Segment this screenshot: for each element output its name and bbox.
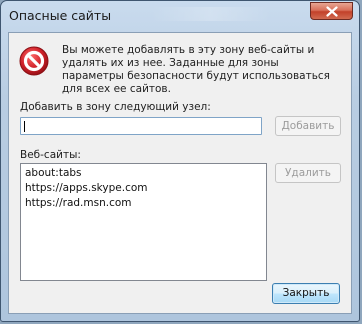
text-caret [24, 121, 25, 132]
background-tabs [151, 7, 271, 21]
close-icon [326, 6, 338, 17]
dialog-window: Опасные сайты Вы можете добавлять в эту … [0, 0, 360, 322]
zone-description: Вы можете добавлять в эту зону веб-сайты… [62, 44, 330, 95]
add-site-input[interactable] [20, 117, 262, 135]
list-item[interactable]: https://rad.msn.com [25, 196, 266, 211]
close-button[interactable]: Закрыть [272, 283, 340, 304]
list-item[interactable]: https://apps.skype.com [25, 181, 266, 196]
add-site-label: Добавить в зону следующий узел: [20, 101, 211, 113]
websites-list[interactable]: about:tabs https://apps.skype.com https:… [20, 163, 267, 281]
websites-label: Веб-сайты: [20, 149, 81, 161]
add-button[interactable]: Добавить [275, 116, 341, 136]
restricted-zone-stop-icon [19, 46, 49, 76]
remove-button[interactable]: Удалить [275, 163, 341, 183]
list-item[interactable]: about:tabs [25, 166, 266, 181]
window-close-button[interactable] [310, 2, 353, 20]
title-bar[interactable]: Опасные сайты [1, 1, 359, 32]
dialog-body: Вы можете добавлять в эту зону веб-сайты… [8, 32, 352, 314]
window-title: Опасные сайты [9, 8, 112, 23]
